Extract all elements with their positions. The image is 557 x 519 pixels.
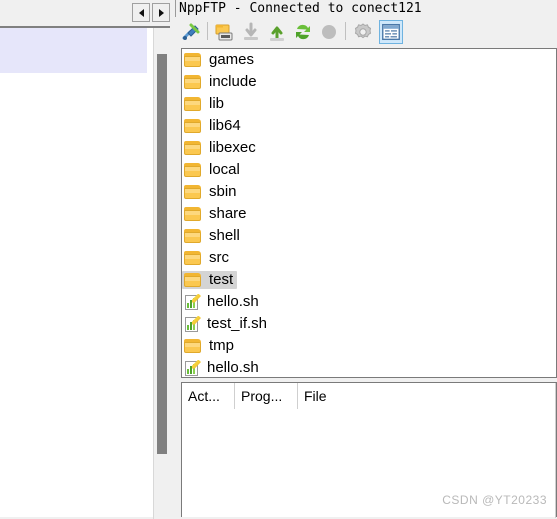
abort-icon [322, 25, 336, 39]
queue-column-headers: Act... Prog... File [182, 383, 556, 409]
script-file-icon [184, 293, 201, 311]
tree-row-inner[interactable]: test [182, 271, 238, 289]
tree-row[interactable]: local [182, 159, 556, 181]
tree-row[interactable]: hello.sh [182, 291, 556, 313]
refresh-icon [296, 24, 310, 40]
toolbar-separator-2 [345, 22, 346, 40]
download-folder-button[interactable] [213, 20, 237, 44]
tree-row-inner[interactable]: tmp [182, 337, 238, 355]
tree-item-label: local [209, 161, 240, 178]
script-file-icon [184, 359, 201, 377]
message-panel-toggle[interactable] [379, 20, 403, 44]
queue-column-header[interactable]: Prog... [235, 383, 298, 409]
tree-row[interactable]: test [182, 269, 556, 291]
folder-icon [184, 250, 203, 266]
tree-item-label: include [209, 73, 257, 90]
tree-item-label: share [209, 205, 247, 222]
editor-pane [0, 0, 170, 519]
tree-item-label: src [209, 249, 229, 266]
tree-row-inner[interactable]: shell [182, 227, 244, 245]
chevron-left-icon [138, 8, 144, 17]
editor-vertical-scrollbar[interactable] [153, 28, 170, 519]
tree-row[interactable]: libexec [182, 137, 556, 159]
refresh-button[interactable] [291, 20, 315, 44]
folder-icon [184, 162, 203, 178]
tree-row-inner[interactable]: hello.sh [182, 293, 263, 312]
tree-row-inner[interactable]: include [182, 73, 261, 91]
tab-scroll-right-button[interactable] [152, 3, 170, 22]
tree-row-inner[interactable]: libexec [182, 139, 260, 157]
tree-row[interactable]: hello.sh [182, 357, 556, 378]
tree-item-label: shell [209, 227, 240, 244]
tree-item-label: lib [209, 95, 225, 112]
editor-scrollbar-thumb[interactable] [157, 54, 167, 454]
folder-icon [184, 74, 203, 90]
abort-button[interactable] [317, 20, 341, 44]
tree-row[interactable]: lib64 [182, 115, 556, 137]
editor-tab-strip [0, 0, 170, 26]
tree-row[interactable]: include [182, 71, 556, 93]
tree-item-label: test_if.sh [207, 315, 268, 332]
settings-button[interactable] [351, 20, 375, 44]
tree-row[interactable]: lib [182, 93, 556, 115]
editor-selected-text-band [0, 28, 147, 73]
tree-row[interactable]: games [182, 49, 556, 71]
chevron-right-icon [158, 8, 164, 17]
folder-icon [184, 96, 203, 112]
tree-row-inner[interactable]: test_if.sh [182, 315, 271, 334]
script-file-icon [184, 315, 201, 333]
tree-row[interactable]: tmp [182, 335, 556, 357]
tree-item-label: tmp [209, 337, 235, 354]
tree-row[interactable]: sbin [182, 181, 556, 203]
tree-item-label: lib64 [209, 117, 241, 134]
folder-icon [184, 228, 203, 244]
folder-icon [184, 184, 203, 200]
toolbar-separator-1 [207, 22, 208, 40]
connect-icon [182, 23, 200, 40]
ftp-file-tree[interactable]: games include lib lib64 libexec local sbin shar… [181, 48, 557, 378]
tree-item-label: test [209, 271, 234, 288]
folder-icon [184, 272, 203, 288]
download-arrow-icon [244, 22, 258, 40]
nppftp-panel: NppFTP - Connected to conect121 games in… [175, 0, 557, 518]
message-panel-icon [382, 23, 400, 41]
nppftp-title: NppFTP - Connected to conect121 [175, 0, 557, 17]
queue-right-edge [555, 383, 556, 518]
download-folder-icon [215, 24, 233, 41]
tree-item-label: libexec [209, 139, 256, 156]
tree-row-inner[interactable]: src [182, 249, 233, 267]
folder-icon [184, 52, 203, 68]
gear-icon [354, 23, 372, 39]
tree-item-label: sbin [209, 183, 237, 200]
tree-row-inner[interactable]: lib [182, 95, 228, 113]
tree-row-inner[interactable]: lib64 [182, 117, 245, 135]
tree-row-inner[interactable]: share [182, 205, 251, 223]
editor-text-area[interactable] [0, 26, 170, 519]
upload-button[interactable] [265, 20, 289, 44]
tree-row-inner[interactable]: local [182, 161, 244, 179]
watermark: CSDN @YT20233 [442, 493, 547, 507]
folder-icon [184, 118, 203, 134]
tree-row-inner[interactable]: sbin [182, 183, 241, 201]
tree-item-label: games [209, 51, 255, 68]
tree-row-inner[interactable]: hello.sh [182, 359, 263, 378]
upload-arrow-icon [270, 26, 284, 41]
connect-button[interactable] [179, 20, 203, 44]
tree-row[interactable]: src [182, 247, 556, 269]
tab-scroll-left-button[interactable] [132, 3, 150, 22]
queue-column-header[interactable]: File [298, 383, 556, 409]
tree-row[interactable]: shell [182, 225, 556, 247]
tree-row[interactable]: test_if.sh [182, 313, 556, 335]
tree-item-label: hello.sh [207, 359, 259, 376]
folder-icon [184, 206, 203, 222]
queue-column-header[interactable]: Act... [182, 383, 235, 409]
nppftp-toolbar [175, 18, 557, 46]
tree-item-label: hello.sh [207, 293, 259, 310]
tree-row-inner[interactable]: games [182, 51, 258, 69]
folder-icon [184, 140, 203, 156]
download-button[interactable] [239, 20, 263, 44]
tree-row[interactable]: share [182, 203, 556, 225]
folder-icon [184, 338, 203, 354]
